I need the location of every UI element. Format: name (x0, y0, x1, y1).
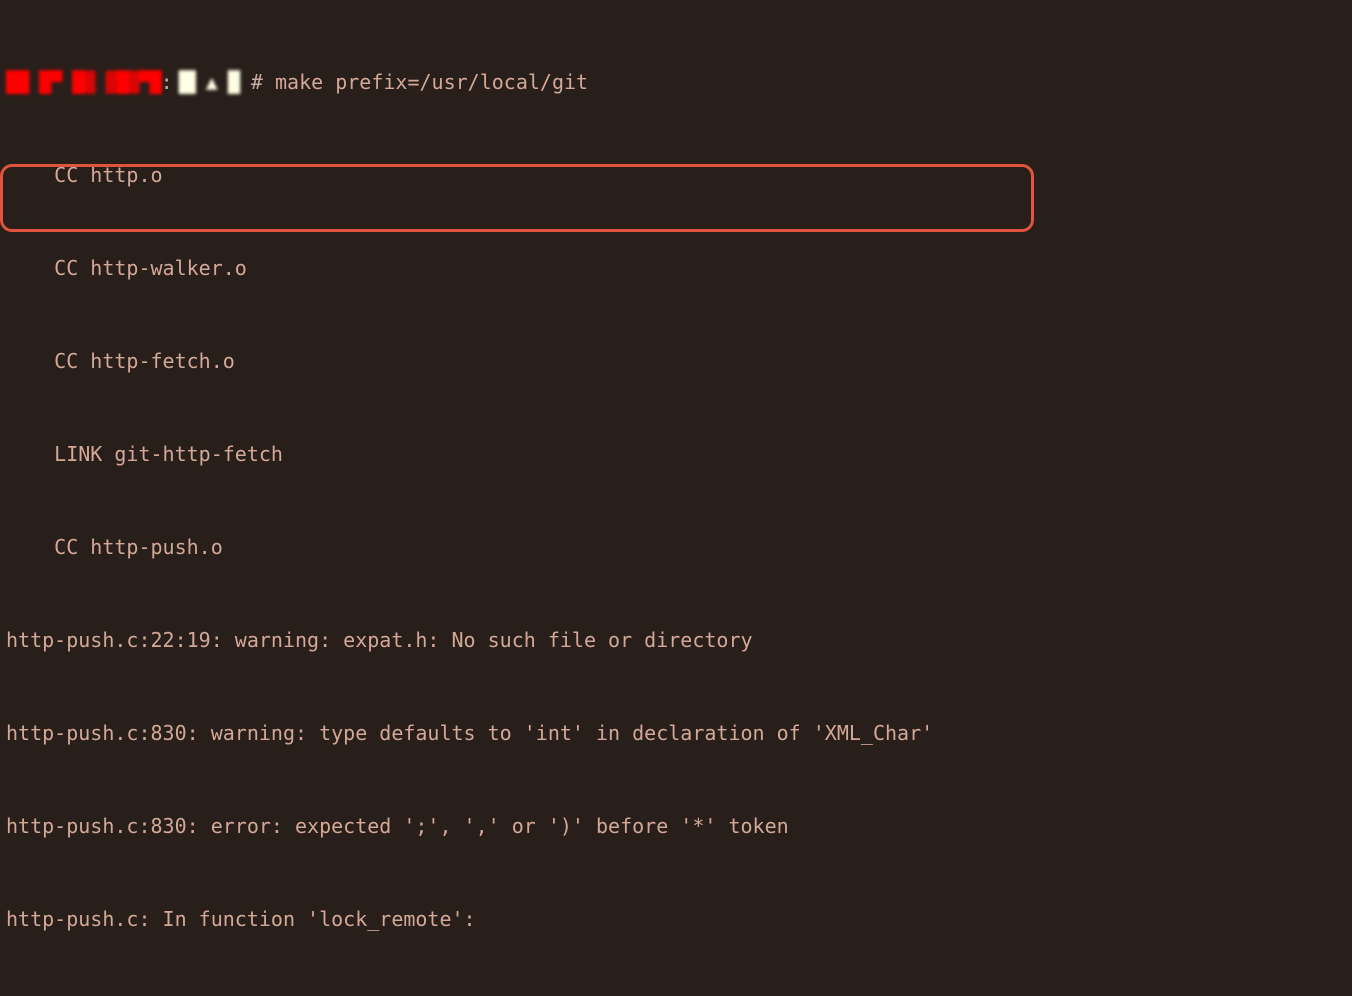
command-text: make prefix=/usr/local/git (275, 70, 588, 94)
output-line: CC http.o (0, 160, 1352, 191)
prompt-hash: # (251, 70, 263, 94)
output-line: http-push.c: In function 'lock_remote': (0, 904, 1352, 935)
output-line: http-push.c:830: error: expected ';', ',… (0, 811, 1352, 842)
output-line: LINK git-http-fetch (0, 439, 1352, 470)
output-line: CC http-fetch.o (0, 346, 1352, 377)
output-line: CC http-push.o (0, 532, 1352, 563)
output-line: CC http-walker.o (0, 253, 1352, 284)
prompt-line: ██ █▀ █▓ ▓█▓▀█:▐█ ▲ █ # make prefix=/usr… (0, 67, 1352, 98)
prompt-user-redacted: ██ █▀ █▓ ▓█▓▀█ (6, 70, 161, 94)
terminal-window[interactable]: ██ █▀ █▓ ▓█▓▀█:▐█ ▲ █ # make prefix=/usr… (0, 0, 1352, 996)
prompt-colon: : (161, 70, 173, 94)
prompt-path-redacted: ▐█ ▲ █ (173, 70, 239, 94)
output-line: http-push.c:22:19: warning: expat.h: No … (0, 625, 1352, 656)
output-line: http-push.c:830: warning: type defaults … (0, 718, 1352, 749)
